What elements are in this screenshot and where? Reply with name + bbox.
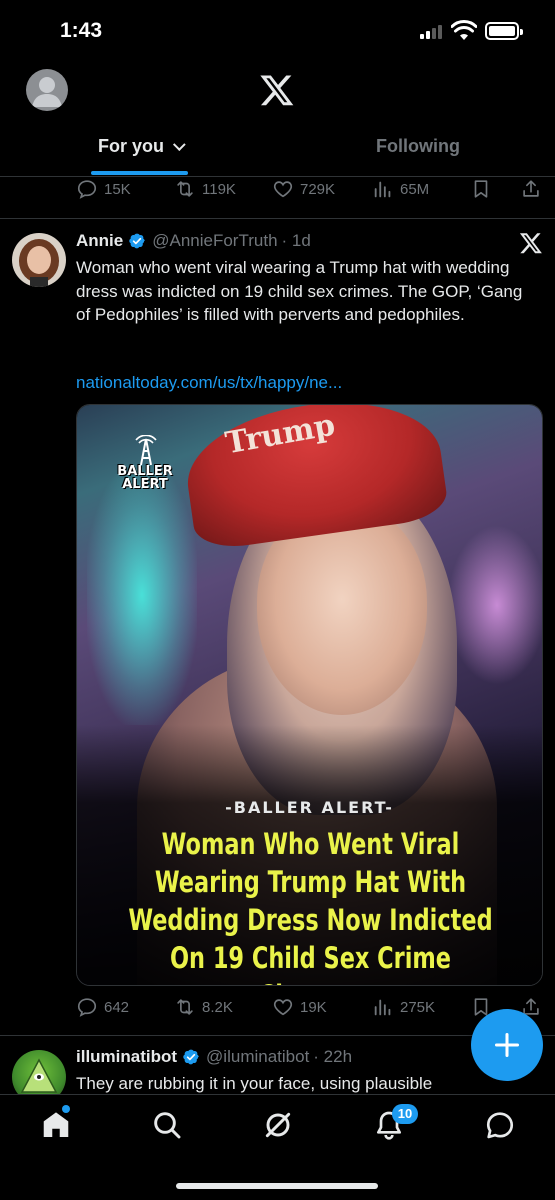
media-headline: Woman Who Went Viral Wearing Trump Hat W… — [128, 827, 493, 985]
grok-icon — [265, 1112, 291, 1138]
like-button[interactable]: 729K — [272, 174, 335, 204]
chat-bubble-icon — [486, 1112, 514, 1139]
repost-count: 8.2K — [202, 998, 233, 1016]
post-actions: 642 8.2K 19K 275K — [76, 992, 546, 1022]
home-unread-dot — [62, 1105, 70, 1113]
radio-tower-icon — [135, 435, 157, 465]
search-icon — [154, 1112, 181, 1139]
views-button[interactable]: 65M — [372, 174, 429, 204]
post-time: · 22h — [313, 1047, 353, 1066]
compose-post-button[interactable] — [471, 1009, 543, 1081]
prev-post-actions: 15K 119K 729K 65M — [76, 174, 546, 204]
x-logo-icon[interactable] — [258, 72, 296, 108]
views-count: 65M — [400, 180, 430, 198]
post-media-image[interactable]: Trump BALLER ALERT -BALLER ALERT- Woman … — [76, 404, 543, 986]
views-button[interactable]: 275K — [372, 992, 435, 1022]
baller-alert-logo: BALLER ALERT — [117, 435, 173, 497]
plus-icon — [494, 1032, 520, 1058]
reply-button[interactable]: 15K — [76, 174, 131, 204]
tab-for-you-label: For you — [98, 136, 164, 156]
post-link[interactable]: nationaltoday.com/us/tx/happy/ne... — [76, 373, 342, 393]
author-name[interactable]: illuminatibot — [76, 1047, 177, 1067]
reply-icon — [77, 998, 97, 1017]
nav-messages[interactable] — [484, 1109, 516, 1141]
home-indicator — [176, 1183, 378, 1189]
like-count: 729K — [300, 180, 336, 198]
views-chart-icon — [374, 999, 391, 1016]
stage-light — [447, 525, 542, 685]
post2-text: They are rubbing it in your face, using … — [76, 1074, 433, 1093]
media-brand-caption: -BALLER ALERT- — [225, 798, 394, 817]
author-name[interactable]: Annie — [76, 231, 123, 251]
bookmark-button[interactable] — [470, 174, 492, 204]
repost-icon — [177, 181, 193, 197]
status-bar: 1:43 — [0, 0, 555, 62]
verified-badge-icon — [183, 1049, 199, 1065]
tab-following-label: Following — [376, 136, 460, 156]
post-text: Woman who went viral wearing a Trump hat… — [76, 258, 523, 324]
chevron-down-icon — [172, 138, 186, 152]
tab-following[interactable]: Following — [376, 136, 460, 157]
reply-count: 15K — [104, 180, 131, 198]
cellular-signal-icon — [420, 25, 446, 39]
views-count: 275K — [400, 998, 436, 1016]
share-icon — [523, 180, 539, 197]
timeline-tabs: For you Following — [0, 118, 555, 176]
author-handle[interactable]: @AnnieForTruth — [152, 231, 277, 251]
post2-header: illuminatibot @iluminatibot · 22h — [76, 1047, 352, 1067]
nav-search[interactable] — [151, 1109, 183, 1141]
heart-icon — [273, 999, 293, 1016]
tab-for-you[interactable]: For you — [98, 136, 186, 157]
repost-button[interactable]: 119K — [174, 174, 236, 204]
x-source-icon[interactable] — [519, 231, 543, 255]
like-button[interactable]: 19K — [272, 992, 327, 1022]
verified-badge-icon — [129, 233, 145, 249]
home-icon — [43, 1112, 69, 1137]
repost-button[interactable]: 8.2K — [174, 992, 233, 1022]
profile-avatar[interactable] — [26, 69, 68, 111]
share-button[interactable] — [520, 174, 542, 204]
like-count: 19K — [300, 998, 327, 1016]
author-handle[interactable]: @iluminatibot — [206, 1047, 309, 1067]
default-user-icon — [32, 77, 62, 107]
nav-grok[interactable] — [262, 1109, 294, 1141]
reply-icon — [77, 180, 97, 199]
repost-icon — [177, 999, 193, 1015]
heart-icon — [273, 181, 293, 198]
nav-home[interactable] — [40, 1109, 72, 1141]
reply-button[interactable]: 642 — [76, 992, 129, 1022]
post-header: Annie @AnnieForTruth · 1d — [76, 231, 311, 251]
repost-count: 119K — [202, 180, 236, 198]
post-time: · 1d — [281, 231, 311, 250]
logo-text: BALLER ALERT — [117, 464, 173, 492]
battery-icon — [485, 22, 523, 40]
status-time: 1:43 — [60, 19, 103, 42]
notifications-count-badge: 10 — [392, 1104, 418, 1124]
bookmark-icon — [474, 180, 488, 198]
post-divider — [0, 218, 555, 219]
post-author-avatar[interactable] — [12, 233, 66, 287]
wifi-icon — [451, 20, 477, 40]
stage-light — [87, 465, 197, 725]
views-chart-icon — [374, 181, 391, 198]
reply-count: 642 — [104, 998, 130, 1016]
author-photo — [12, 233, 66, 287]
